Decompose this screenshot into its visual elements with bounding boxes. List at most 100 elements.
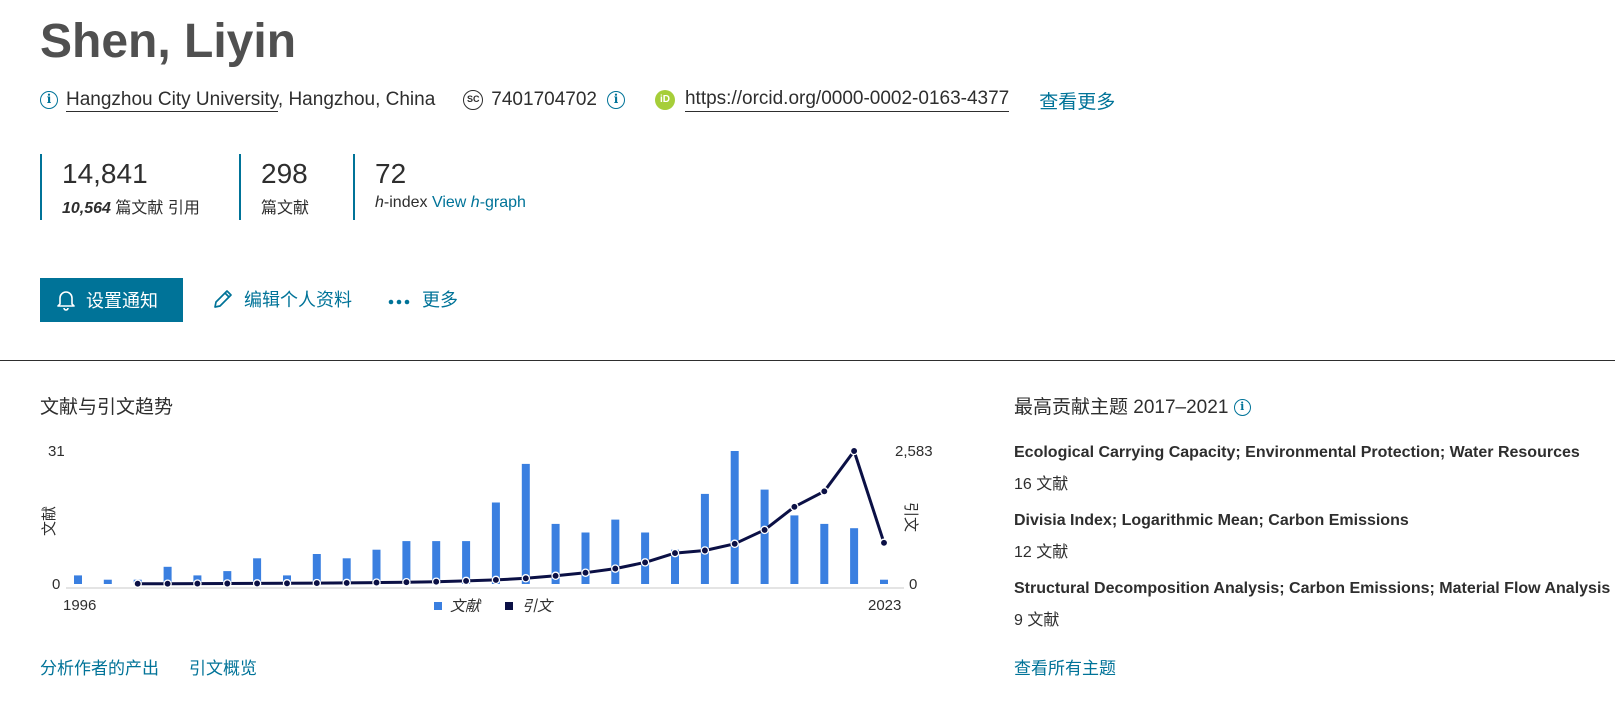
topic-title[interactable]: Divisia Index; Logarithmic Mean; Carbon …: [1014, 512, 1409, 530]
author-meta-row: i Hangzhou City University, Hangzhou, Ch…: [40, 84, 1115, 116]
affiliation-location: , Hangzhou, China: [277, 89, 436, 110]
scopus-id-info-icon[interactable]: i: [606, 91, 625, 109]
documents-bar[interactable]: [74, 575, 82, 584]
analyze-author-output-link[interactable]: 分析作者的产出: [40, 654, 159, 679]
topic-count: 12 文献: [1014, 544, 1069, 561]
scopus-id-icon: SC: [463, 90, 484, 110]
set-alert-button[interactable]: 设置通知: [40, 278, 183, 322]
citations-point[interactable]: [611, 564, 620, 573]
line-series: [133, 446, 889, 588]
section-divider: [0, 360, 1615, 361]
documents-bar[interactable]: [850, 528, 859, 584]
h-index-value: 72: [375, 158, 407, 189]
topic-title[interactable]: Structural Decomposition Analysis; Carbo…: [1014, 580, 1610, 598]
left-axis-min: 0: [52, 576, 60, 593]
citations-line: [137, 449, 886, 586]
h-index-label: h-index View h-graph: [375, 194, 526, 211]
trends-title: 文献与引文趋势: [40, 397, 174, 418]
citation-overview-link[interactable]: 引文概览: [189, 654, 257, 679]
documents-bar[interactable]: [402, 541, 411, 584]
set-alert-label: 设置通知: [86, 291, 158, 311]
x-axis-end: 2023: [868, 597, 901, 614]
x-axis-start: 1996: [63, 597, 96, 614]
topic-item: Structural Decomposition Analysis; Carbo…: [1014, 580, 1610, 630]
citations-point[interactable]: [879, 538, 889, 548]
edit-profile-label: 编辑个人资料: [244, 290, 352, 310]
citations-point[interactable]: [790, 502, 799, 512]
citations-point[interactable]: [431, 577, 441, 586]
citations-point[interactable]: [849, 446, 859, 456]
ellipsis-icon: [388, 299, 410, 305]
pencil-icon: [214, 290, 232, 308]
scopus-author-id: 7401704702: [491, 89, 597, 110]
info-icon[interactable]: i: [40, 91, 58, 109]
documents-bar[interactable]: [820, 523, 829, 584]
legend-docs-label: 文献: [450, 598, 482, 615]
h-index-metric: 72 h-index View h-graph: [353, 154, 526, 220]
more-actions-link[interactable]: 更多: [388, 286, 458, 312]
documents-count: 298: [261, 158, 308, 189]
topic-item: Divisia Index; Logarithmic Mean; Carbon …: [1014, 512, 1409, 562]
citations-point[interactable]: [133, 579, 142, 588]
bell-icon: [57, 291, 75, 311]
more-actions-label: 更多: [422, 290, 458, 310]
citations-point[interactable]: [193, 579, 202, 588]
left-axis-label: 文献: [41, 506, 58, 536]
topics-title: 最高贡献主题 2017–2021 i: [1014, 392, 1251, 419]
citations-point[interactable]: [252, 579, 262, 588]
documents-bar[interactable]: [491, 502, 500, 585]
right-axis-label: 引文: [902, 502, 919, 532]
topic-item: Ecological Carrying Capacity; Environmen…: [1014, 444, 1580, 494]
documents-label: 篇文献: [261, 200, 310, 217]
legend-docs-swatch: [434, 602, 442, 610]
citations-point[interactable]: [282, 579, 292, 588]
author-name: Shen, Liyin: [40, 15, 297, 68]
citations-point[interactable]: [163, 579, 172, 588]
topic-count: 16 文献: [1014, 476, 1069, 493]
citations-point[interactable]: [760, 525, 769, 535]
documents-bar[interactable]: [760, 489, 769, 584]
citations-point[interactable]: [521, 574, 531, 583]
bar-series: [74, 451, 888, 584]
citations-point[interactable]: [491, 575, 501, 585]
left-axis-max: 31: [48, 443, 65, 460]
citations-point[interactable]: [640, 558, 650, 567]
citations-point[interactable]: [820, 487, 829, 496]
citations-metric[interactable]: 14,841 10,564 篇文献 引用: [40, 154, 200, 220]
edit-profile-link[interactable]: 编辑个人资料: [212, 286, 352, 312]
documents-bar[interactable]: [700, 493, 709, 584]
citations-point[interactable]: [581, 568, 590, 577]
orcid-link[interactable]: https://orcid.org/0000-0002-0163-4377: [684, 88, 1010, 112]
citations-point[interactable]: [461, 576, 471, 586]
orcid-icon: iD: [654, 90, 675, 110]
citations-point[interactable]: [342, 578, 351, 588]
citations-point[interactable]: [670, 548, 680, 558]
citations-point[interactable]: [730, 539, 739, 549]
citations-label: 10,564 篇文献 引用: [62, 200, 200, 217]
citations-point[interactable]: [551, 571, 560, 581]
citations-point[interactable]: [402, 577, 411, 587]
trend-chart-svg: 31 0 文献 2,583 0 引文 1996 2023 文献 引文: [41, 443, 933, 615]
affiliation-link[interactable]: Hangzhou City University: [66, 89, 278, 112]
documents-metric[interactable]: 298 篇文献: [239, 154, 309, 220]
view-h-graph-link[interactable]: View h-graph: [432, 194, 526, 211]
documents-bar[interactable]: [103, 579, 112, 584]
affiliation: Hangzhou City University, Hangzhou, Chin…: [66, 89, 436, 112]
topics-info-icon[interactable]: i: [1233, 399, 1251, 417]
view-all-topics-link[interactable]: 查看所有主题: [1014, 654, 1116, 679]
citations-point[interactable]: [223, 579, 232, 588]
legend-cites-label: 引文: [522, 598, 554, 615]
topic-title[interactable]: Ecological Carrying Capacity; Environmen…: [1014, 444, 1580, 462]
citations-point[interactable]: [372, 578, 381, 587]
view-more-link[interactable]: 查看更多: [1039, 87, 1115, 114]
documents-bar[interactable]: [611, 519, 620, 584]
citations-point[interactable]: [700, 546, 710, 555]
topic-count: 9 文献: [1014, 612, 1060, 629]
right-axis-max: 2,583: [895, 443, 933, 460]
documents-bar[interactable]: [790, 515, 799, 584]
documents-citations-chart: 31 0 文献 2,583 0 引文 1996 2023 文献 引文: [30, 436, 950, 626]
documents-bar[interactable]: [880, 579, 888, 584]
documents-bar[interactable]: [521, 463, 530, 584]
citations-point[interactable]: [312, 578, 322, 588]
documents-bar[interactable]: [730, 451, 739, 584]
